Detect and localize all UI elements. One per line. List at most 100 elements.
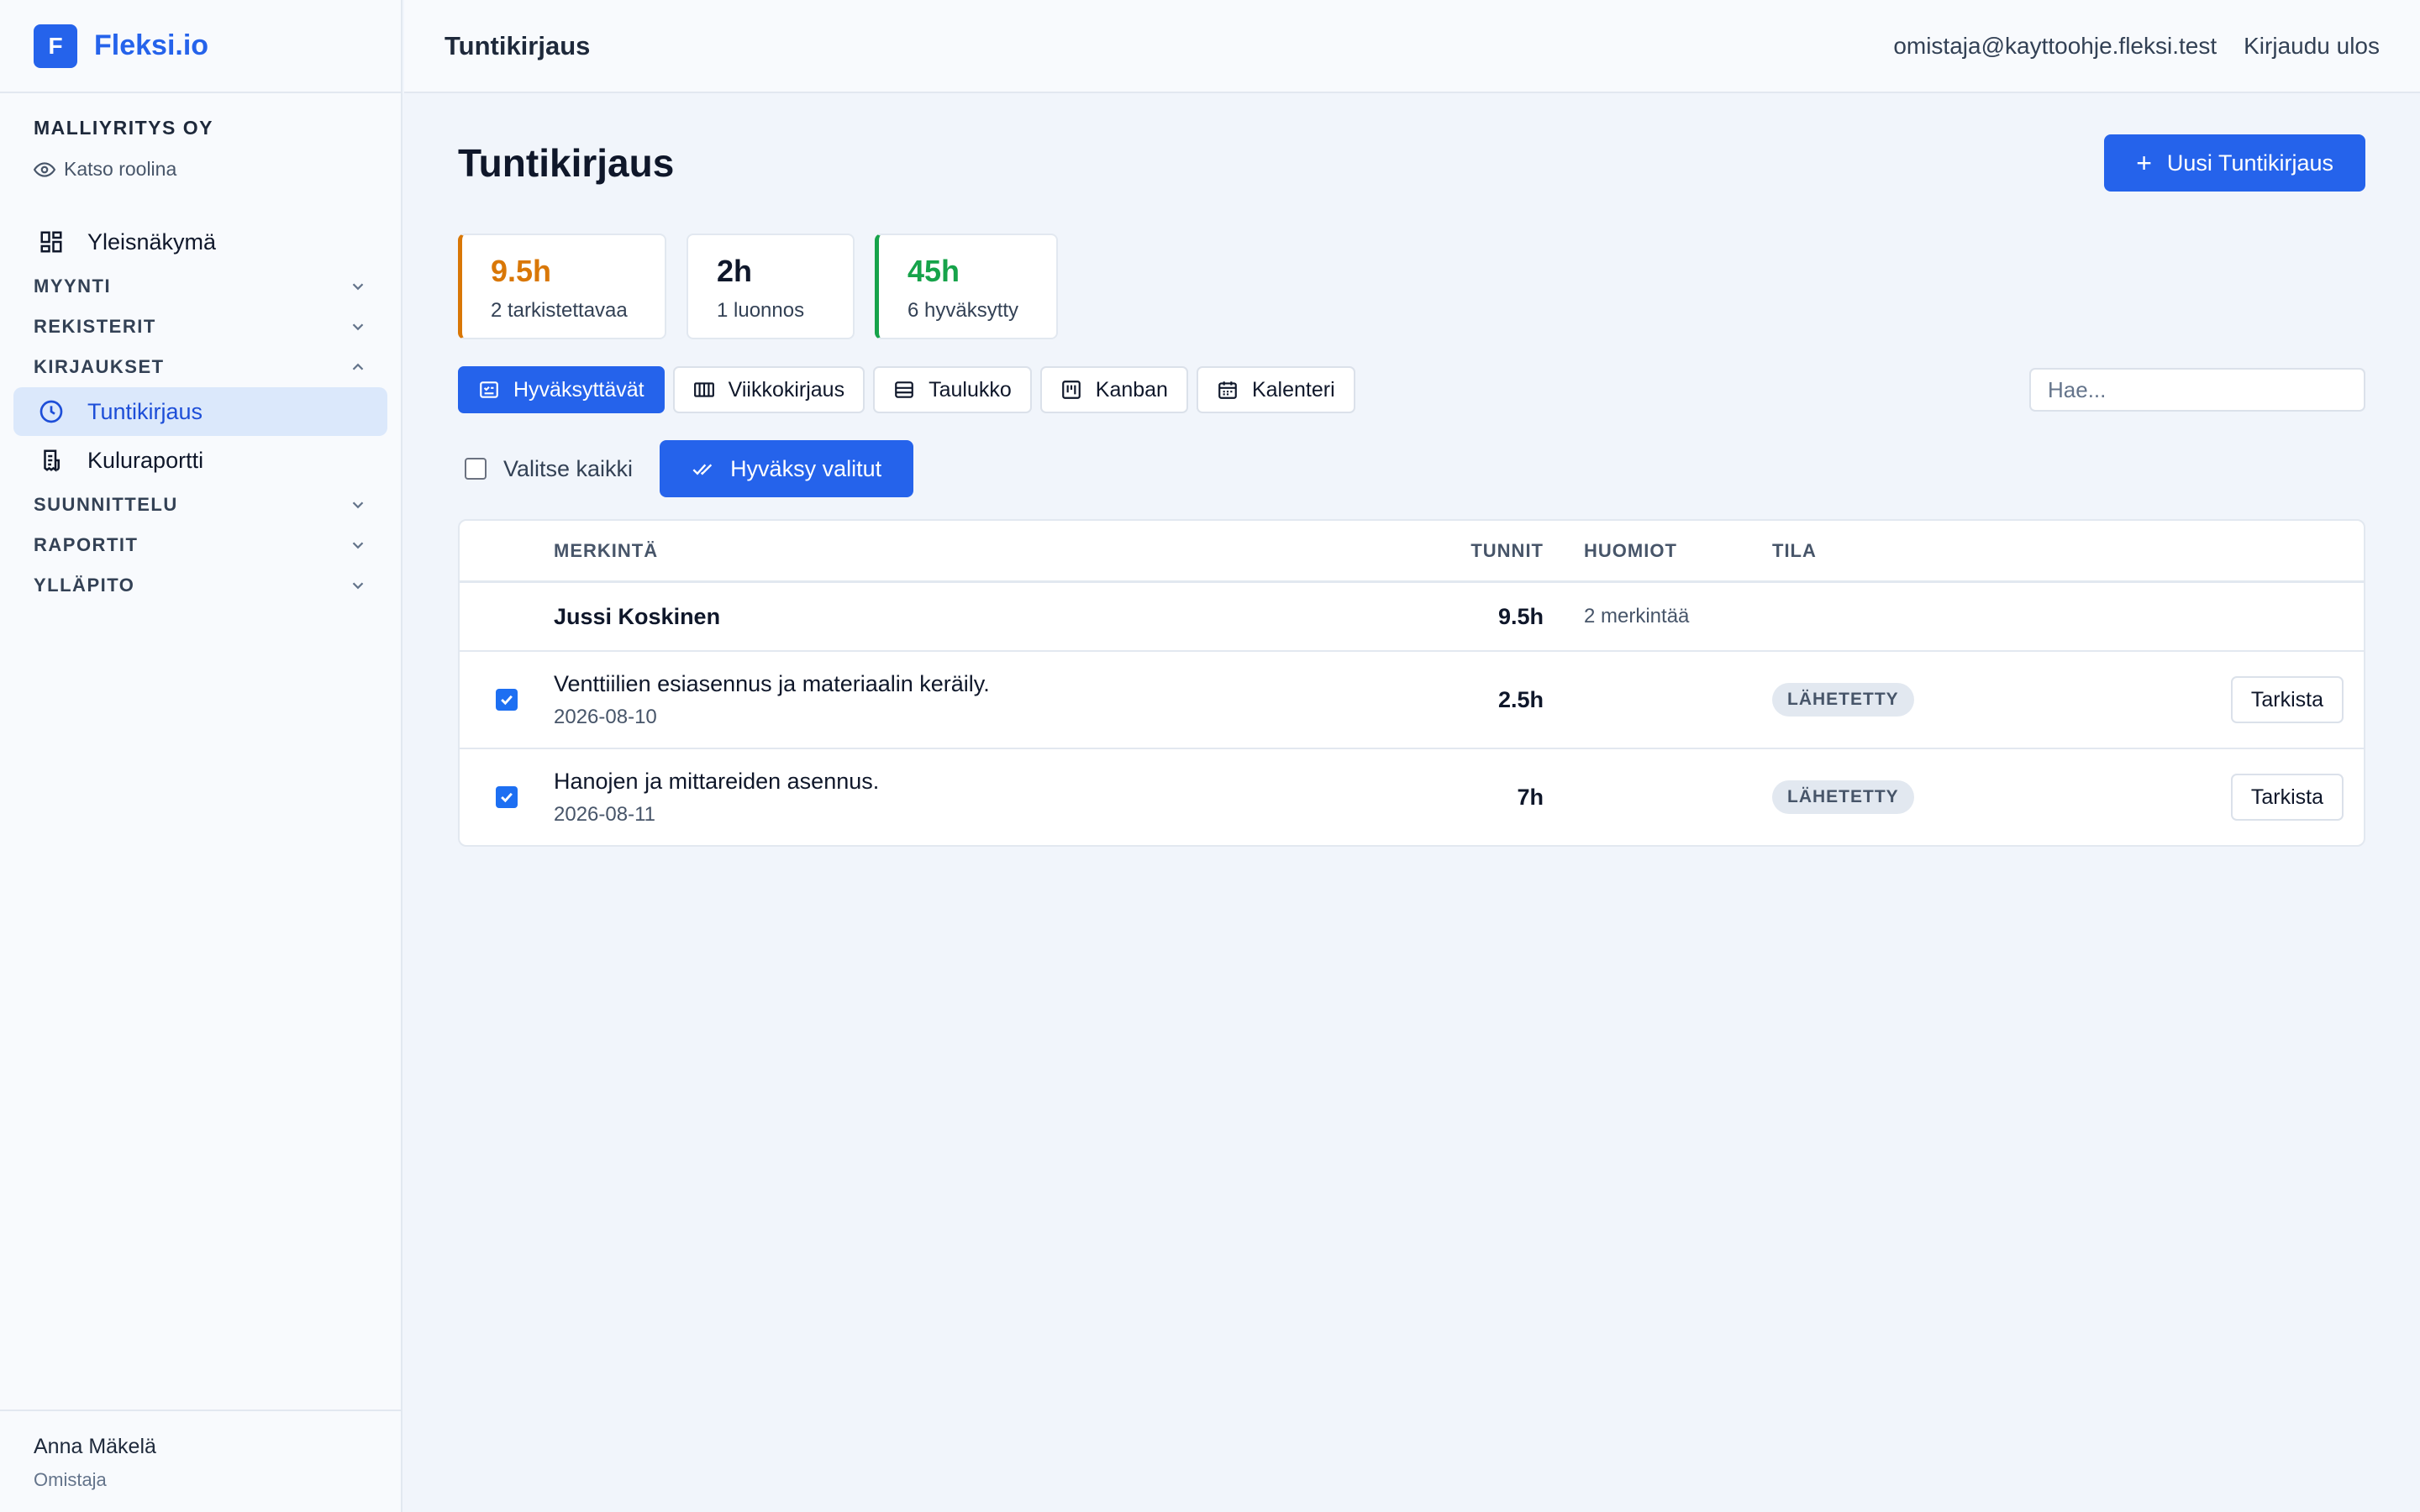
view-switcher: Hyväksyttävät Viikkokirjaus Taulukko Kan… — [458, 366, 2365, 413]
row-checkbox[interactable] — [496, 689, 518, 711]
bulk-actions: Valitse kaikki Hyväksy valitut — [458, 440, 2365, 497]
topbar: Tuntikirjaus omistaja@kayttoohje.fleksi.… — [404, 0, 2420, 93]
stat-card-draft[interactable]: 2h 1 luonnos — [687, 234, 855, 339]
table-row[interactable]: Hanojen ja mittareiden asennus. 2026-08-… — [460, 749, 2364, 845]
approve-selected-button[interactable]: Hyväksy valitut — [660, 440, 914, 497]
sidebar-item-kuluraportti[interactable]: Kuluraportti — [13, 436, 387, 485]
kanban-icon — [1061, 381, 1081, 399]
sidebar-item-label: Yleisnäkymä — [87, 228, 217, 255]
entry-cell: Venttiilien esiasennus ja materiaalin ke… — [554, 671, 1428, 729]
section-kirjaukset[interactable]: KIRJAUKSET — [13, 347, 387, 387]
plus-icon: + — [2136, 147, 2152, 178]
sidebar-item-tuntikirjaus[interactable]: Tuntikirjaus — [13, 387, 387, 436]
topbar-user-area: omistaja@kayttoohje.fleksi.test Kirjaudu… — [1893, 33, 2380, 60]
sidebar-nav: Yleisnäkymä MYYNTI REKISTERIT KIRJAUKSET… — [0, 218, 401, 606]
section-label: SUUNNITTELU — [34, 494, 178, 515]
table-row[interactable]: Venttiilien esiasennus ja materiaalin ke… — [460, 652, 2364, 749]
stats-row: 9.5h 2 tarkistettavaa 2h 1 luonnos 45h 6… — [458, 234, 2365, 339]
column-header-notes[interactable]: HUOMIOT — [1544, 540, 1772, 562]
section-label: KIRJAUKSET — [34, 356, 165, 377]
dashboard-icon — [37, 228, 66, 256]
user-role: Omistaja — [34, 1469, 107, 1490]
brand-logo: F — [34, 24, 77, 68]
search-input[interactable] — [2029, 368, 2365, 412]
page-header: Tuntikirjaus + Uusi Tuntikirjaus — [458, 134, 2365, 192]
calendar-icon — [1218, 381, 1237, 399]
chevron-up-icon — [352, 363, 364, 370]
user-name: Anna Mäkelä — [34, 1435, 156, 1458]
table-header: MERKINTÄ TUNNIT HUOMIOT TILA — [460, 521, 2364, 583]
user-box[interactable]: Anna Mäkelä Omistaja — [0, 1410, 401, 1512]
sidebar: F Fleksi.io MALLIYRITYS OY Katso roolina… — [0, 0, 402, 1512]
section-label: YLLÄPITO — [34, 575, 135, 596]
double-check-icon — [692, 464, 713, 475]
view-as-role-link[interactable]: Katso roolina — [34, 158, 367, 181]
eye-icon — [34, 161, 55, 177]
entry-description: Hanojen ja mittareiden asennus. — [554, 768, 880, 794]
stat-value: 9.5h — [491, 254, 552, 288]
view-tab-label: Kalenteri — [1251, 377, 1335, 402]
new-time-entry-button[interactable]: + Uusi Tuntikirjaus — [2104, 134, 2365, 192]
group-row[interactable]: Jussi Koskinen 9.5h 2 merkintää — [460, 583, 2364, 652]
entry-action-cell: Tarkista — [2024, 774, 2364, 821]
checkmark-icon — [501, 695, 513, 706]
company-block: MALLIYRITYS OY Katso roolina — [0, 93, 401, 181]
section-rekisterit[interactable]: REKISTERIT — [13, 307, 387, 347]
status-badge: LÄHETETTY — [1772, 780, 1914, 814]
section-suunnittelu[interactable]: SUUNNITTELU — [13, 485, 387, 525]
section-yllapito[interactable]: YLLÄPITO — [13, 565, 387, 606]
view-tab-approvals[interactable]: Hyväksyttävät — [458, 366, 665, 413]
group-hours: 9.5h — [1497, 603, 1544, 629]
sidebar-item-overview[interactable]: Yleisnäkymä — [13, 218, 387, 266]
column-header-state[interactable]: TILA — [1772, 540, 2024, 562]
chevron-down-icon — [352, 501, 364, 509]
logout-link[interactable]: Kirjaudu ulos — [2244, 33, 2380, 60]
stat-card-review[interactable]: 9.5h 2 tarkistettavaa — [458, 234, 666, 339]
company-name: MALLIYRITYS OY — [34, 117, 213, 139]
select-all-label: Valitse kaikki — [503, 455, 634, 481]
review-button[interactable]: Tarkista — [2230, 676, 2344, 723]
entry-date: 2026-08-10 — [554, 705, 657, 728]
checkbox-unchecked[interactable] — [465, 458, 487, 480]
view-tab-kanban[interactable]: Kanban — [1039, 366, 1188, 413]
column-header-hours[interactable]: TUNNIT — [1428, 540, 1544, 562]
stat-card-approved[interactable]: 45h 6 hyväksytty — [875, 234, 1058, 339]
view-tab-label: Hyväksyttävät — [513, 377, 644, 402]
stat-label: 6 hyväksytty — [908, 299, 1019, 322]
week-grid-icon — [693, 382, 714, 397]
main-content: Tuntikirjaus + Uusi Tuntikirjaus 9.5h 2 … — [458, 134, 2365, 847]
section-raportit[interactable]: RAPORTIT — [13, 525, 387, 565]
view-as-role-label: Katso roolina — [64, 158, 177, 180]
brand-name: Fleksi.io — [94, 29, 209, 61]
stat-label: 2 tarkistettavaa — [491, 299, 628, 322]
section-label: MYYNTI — [34, 276, 112, 297]
section-myynti[interactable]: MYYNTI — [13, 266, 387, 307]
page-title: Tuntikirjaus — [458, 141, 675, 185]
row-check-cell — [460, 786, 554, 808]
view-tab-calendar[interactable]: Kalenteri — [1196, 366, 1355, 413]
entries-table: MERKINTÄ TUNNIT HUOMIOT TILA Jussi Koski… — [458, 519, 2365, 847]
sidebar-item-label: Tuntikirjaus — [87, 398, 203, 424]
brand[interactable]: F Fleksi.io — [0, 0, 401, 93]
stat-value: 2h — [717, 254, 753, 288]
group-entry-count: 2 merkintää — [1584, 605, 1690, 627]
entry-date: 2026-08-11 — [554, 802, 655, 826]
chevron-down-icon — [352, 542, 364, 549]
entry-hours: 2.5h — [1497, 686, 1544, 712]
view-tab-label: Viikkokirjaus — [728, 377, 845, 402]
chevron-down-icon — [352, 283, 364, 291]
status-badge: LÄHETETTY — [1772, 683, 1914, 717]
review-button[interactable]: Tarkista — [2230, 774, 2344, 821]
select-all-checkbox[interactable]: Valitse kaikki — [458, 456, 633, 482]
view-tab-table[interactable]: Taulukko — [873, 366, 1032, 413]
row-checkbox[interactable] — [496, 786, 518, 808]
table-icon — [895, 381, 913, 398]
column-header-entry[interactable]: MERKINTÄ — [554, 540, 1428, 562]
entry-state-cell: LÄHETETTY — [1772, 683, 2024, 717]
receipt-icon — [37, 446, 66, 475]
view-tab-label: Taulukko — [929, 377, 1012, 402]
new-time-entry-label: Uusi Tuntikirjaus — [2166, 150, 2333, 176]
user-email: omistaja@kayttoohje.fleksi.test — [1893, 32, 2217, 59]
view-tab-week[interactable]: Viikkokirjaus — [672, 366, 865, 413]
chevron-down-icon — [352, 323, 364, 331]
